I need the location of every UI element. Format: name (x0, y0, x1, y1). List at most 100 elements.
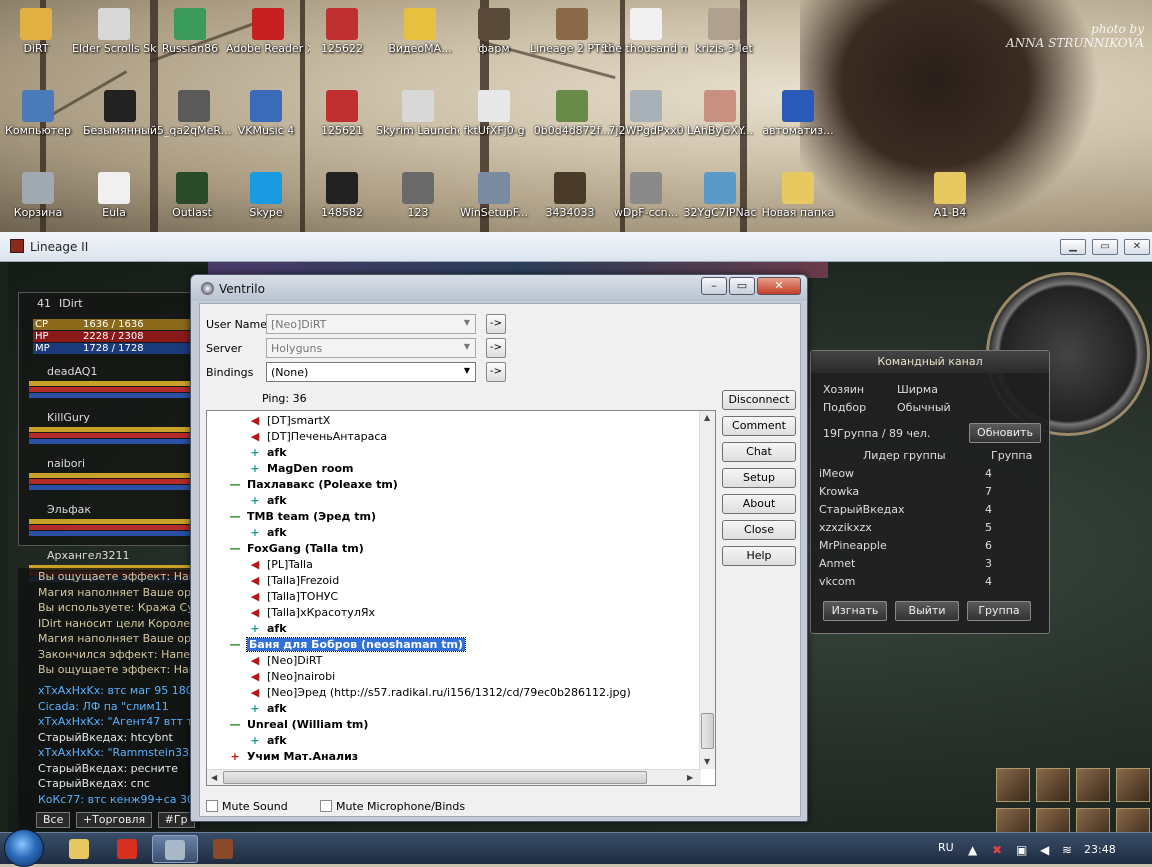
speaker-icon[interactable]: ◀ (247, 669, 263, 685)
channel-tree[interactable]: ◀ [DT]smartX ◀ [DT]ПеченьАнтараса + afk + MagDe… (206, 410, 716, 786)
desktop-icon[interactable]: krizis-3-let (682, 4, 766, 78)
user-name-combo[interactable]: [Neo]DiRT ▼ (266, 314, 476, 334)
server-combo[interactable]: Holyguns ▼ (266, 338, 476, 358)
setup-button[interactable]: Setup (722, 468, 796, 488)
chat-button[interactable]: Chat (722, 442, 796, 462)
channel-expand-icon[interactable]: + (247, 733, 263, 749)
tree-user[interactable]: ◀ [Talla]Frezoid (247, 573, 339, 589)
skill-slot[interactable] (1036, 808, 1070, 832)
taskbar-app-explorer[interactable] (56, 835, 102, 863)
desktop-icon[interactable]: 125621 (300, 86, 384, 160)
tree-channel[interactable]: + afk (247, 733, 286, 749)
comment-button[interactable]: Comment (722, 416, 796, 436)
tree-user[interactable]: ◀ [DT]smartX (247, 413, 331, 429)
horizontal-scrollbar[interactable]: ◀ ▶ (207, 769, 701, 785)
start-button[interactable] (4, 829, 44, 867)
desktop-icon[interactable]: 32YgC7iPNac (678, 168, 762, 232)
speaker-icon[interactable]: ◀ (247, 589, 263, 605)
party-member-name[interactable]: Эльфак (47, 503, 91, 516)
channel-collapse-icon[interactable]: — (227, 541, 243, 557)
desktop-icon[interactable]: Компьютер (0, 86, 80, 160)
desktop-icon[interactable]: Eula (72, 168, 156, 232)
monitor-icon[interactable]: ▣ (1016, 843, 1030, 857)
locked-channel-icon[interactable]: + (227, 749, 243, 765)
ventrilo-maximize-button[interactable]: ▭ (729, 277, 755, 295)
tree-user[interactable]: ◀ [Neo]nairobi (247, 669, 335, 685)
desktop-icon[interactable]: fktUfXFj0-g (452, 86, 536, 160)
speaker-icon[interactable]: ◀ (247, 429, 263, 445)
clock[interactable]: 23:48 (1084, 843, 1116, 856)
channel-collapse-icon[interactable]: — (227, 717, 243, 733)
desktop-icon[interactable]: 148582 (300, 168, 384, 232)
speaker-icon[interactable]: ◀ (247, 557, 263, 573)
desktop-icon[interactable]: Skype (224, 168, 308, 232)
group-row[interactable]: vkcom 4 (819, 575, 1031, 593)
speaker-icon[interactable]: ◀ (247, 413, 263, 429)
tree-user[interactable]: ◀ [DT]ПеченьАнтараса (247, 429, 387, 445)
desktop-icon[interactable]: the thousand man (604, 4, 688, 78)
disconnect-button[interactable]: Disconnect (722, 390, 796, 410)
desktop-icon[interactable]: 123 (376, 168, 460, 232)
tree-channel[interactable]: + MagDen room (247, 461, 353, 477)
skill-slot[interactable] (1036, 768, 1070, 802)
tree-channel[interactable]: — TMB team (Эред tm) (227, 509, 377, 525)
channel-expand-icon[interactable]: + (247, 701, 263, 717)
chat-tab-trade[interactable]: +Торговля (75, 812, 153, 828)
close-button[interactable]: ✕ (1124, 239, 1150, 255)
tree-channel[interactable]: + afk (247, 701, 286, 717)
mute-mic-checkbox[interactable]: Mute Microphone/Binds (320, 800, 465, 813)
scroll-thumb[interactable] (223, 771, 647, 784)
desktop-icon[interactable]: ВидеоМА... (378, 4, 462, 78)
party-member-name[interactable]: Архангел3211 (47, 549, 130, 562)
speaker-icon[interactable]: ◀ (247, 573, 263, 589)
refresh-button[interactable]: Обновить (969, 423, 1041, 443)
scroll-left-icon[interactable]: ◀ (211, 773, 217, 782)
channel-collapse-icon[interactable]: — (227, 477, 243, 493)
desktop-icon[interactable]: A1-B4 (908, 168, 992, 232)
group-row[interactable]: СтарыйВкедах 4 (819, 503, 1031, 521)
checkbox-box[interactable] (320, 800, 332, 812)
tree-channel[interactable]: + afk (247, 493, 286, 509)
tree-channel[interactable]: — Баня для Бобров (neoshaman tm) (227, 637, 466, 653)
channel-expand-icon[interactable]: + (247, 493, 263, 509)
tree-user[interactable]: ◀ [Neo]DiRT (247, 653, 323, 669)
channel-expand-icon[interactable]: + (247, 445, 263, 461)
help-button[interactable]: Help (722, 546, 796, 566)
taskbar-app-opera[interactable] (104, 835, 150, 863)
volume-icon[interactable]: ◀ (1040, 843, 1054, 857)
tree-channel[interactable]: — Unreal (William tm) (227, 717, 369, 733)
desktop-icon[interactable]: Russian86 (148, 4, 232, 78)
desktop-icon[interactable]: фарм (452, 4, 536, 78)
desktop-icon[interactable]: Lineage 2 PTS3 (530, 4, 614, 78)
vertical-scrollbar[interactable]: ▲ ▼ (699, 411, 715, 769)
network-error-icon[interactable]: ✖ (992, 843, 1006, 857)
tree-user[interactable]: ◀ [Talla]ТОНУС (247, 589, 338, 605)
desktop-icon[interactable]: автоматиз... (756, 86, 840, 160)
speaker-icon[interactable]: ◀ (247, 685, 263, 701)
skill-slot[interactable] (1076, 808, 1110, 832)
tree-user[interactable]: ◀ [Talla]хКрасотулЯх (247, 605, 375, 621)
skill-slot[interactable] (1076, 768, 1110, 802)
speaker-icon[interactable]: ◀ (247, 653, 263, 669)
desktop-icon[interactable]: Skyrim Launcher (376, 86, 460, 160)
lineage-titlebar[interactable]: Lineage II ▁ ▭ ✕ (0, 232, 1152, 262)
desktop-icon[interactable]: LAhByGXY... (678, 86, 762, 160)
group-row[interactable]: xzxzikxzx 5 (819, 521, 1031, 539)
desktop-icon[interactable]: 125622 (300, 4, 384, 78)
leave-button[interactable]: Выйти (895, 601, 959, 621)
desktop-icon[interactable]: Новая папка (756, 168, 840, 232)
channel-expand-icon[interactable]: + (247, 621, 263, 637)
ventrilo-titlebar[interactable]: Ventrilo – ▭ ✕ (191, 275, 807, 301)
bindings-combo[interactable]: (None) ▼ (266, 362, 476, 382)
channel-expand-icon[interactable]: + (247, 461, 263, 477)
channel-expand-icon[interactable]: + (247, 525, 263, 541)
chevron-up-icon[interactable]: ▲ (968, 843, 982, 857)
checkbox-box[interactable] (206, 800, 218, 812)
group-row[interactable]: MrPineapple 6 (819, 539, 1031, 557)
desktop-icon[interactable]: 0b0d4d872f... (530, 86, 614, 160)
group-row[interactable]: Krowka 7 (819, 485, 1031, 503)
tree-channel[interactable]: — Пахлавакс (Poleaxe tm) (227, 477, 398, 493)
party-member-name[interactable]: KillGury (47, 411, 90, 424)
server-arrow-button[interactable]: -> (486, 338, 506, 358)
group-row[interactable]: iMeow 4 (819, 467, 1031, 485)
